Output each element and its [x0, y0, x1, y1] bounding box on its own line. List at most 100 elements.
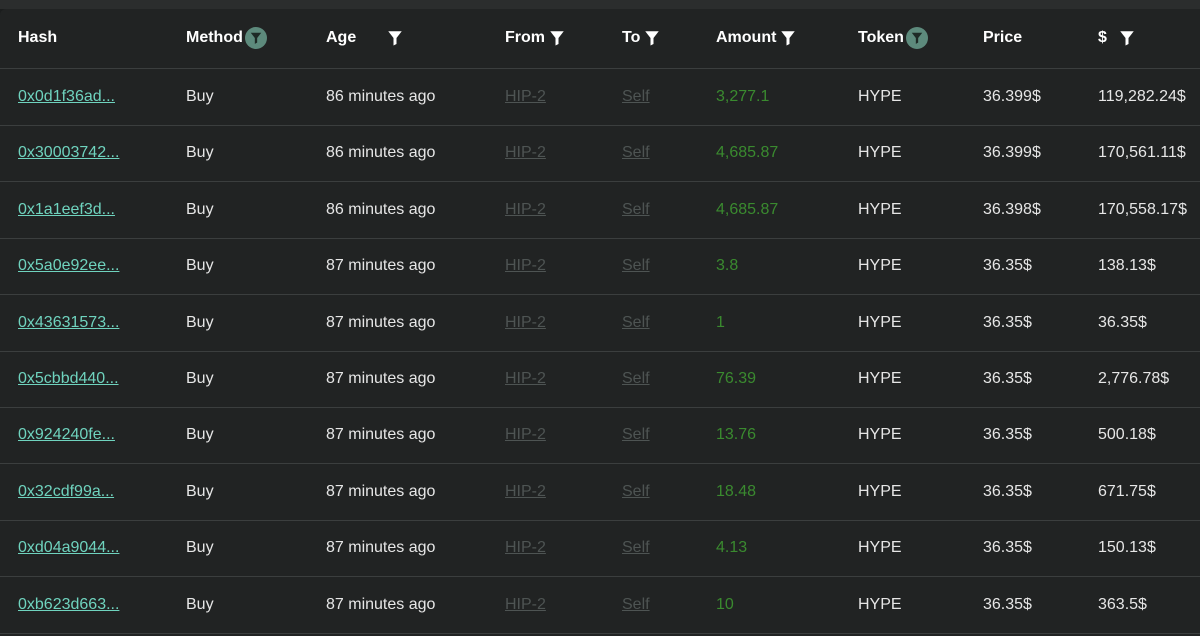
- age-cell: 87 minutes ago: [326, 370, 436, 387]
- to-address-link[interactable]: Self: [622, 87, 650, 107]
- method-cell: Buy: [186, 426, 214, 444]
- method-cell: Buy: [186, 144, 214, 162]
- to-address-link[interactable]: Self: [622, 369, 650, 389]
- age-cell: 87 minutes ago: [326, 313, 436, 331]
- method-cell: Buy: [186, 257, 214, 275]
- price-cell: 36.398$: [983, 200, 1041, 218]
- table-row: 0x5cbbd440... Buy 87 minutes ago HIP-2 Self 7…: [0, 351, 1200, 408]
- from-address-link[interactable]: HIP-2: [505, 369, 546, 389]
- price-cell: 36.35$: [983, 313, 1032, 331]
- table-row: 0xb623d663... Buy 87 minutes ago HIP-2 Self 1…: [0, 577, 1200, 634]
- method-cell: Buy: [186, 200, 214, 218]
- tx-hash-link[interactable]: 0x30003742...: [18, 143, 119, 163]
- tx-hash-link[interactable]: 0x0d1f36ad...: [18, 87, 115, 107]
- token-cell: HYPE: [858, 257, 902, 275]
- price-cell: 36.399$: [983, 144, 1041, 162]
- column-header-amount: Amount: [716, 26, 798, 50]
- from-address-link[interactable]: HIP-2: [505, 482, 546, 502]
- table-row: 0x43631573... Buy 87 minutes ago HIP-2 Self 1…: [0, 295, 1200, 352]
- column-header-age: Age: [326, 26, 405, 50]
- column-header-label: To: [622, 29, 641, 46]
- method-cell: Buy: [186, 595, 214, 613]
- token-cell: HYPE: [858, 88, 902, 105]
- method-cell: Buy: [186, 539, 214, 557]
- tx-hash-link[interactable]: 0xb623d663...: [18, 595, 119, 615]
- usd-value-cell: 119,282.24$: [1098, 88, 1186, 105]
- from-address-link[interactable]: HIP-2: [505, 595, 546, 615]
- age-cell: 87 minutes ago: [326, 426, 436, 444]
- from-address-link[interactable]: HIP-2: [505, 538, 546, 558]
- age-cell: 87 minutes ago: [326, 539, 436, 557]
- filter-icon[interactable]: [244, 27, 267, 49]
- from-address-link[interactable]: HIP-2: [505, 313, 546, 333]
- token-cell: HYPE: [858, 144, 902, 162]
- usd-value-cell: 2,776.78$: [1098, 370, 1170, 387]
- column-header-hash: Hash: [18, 26, 59, 50]
- token-cell: HYPE: [858, 426, 902, 444]
- amount-cell: 3,277.1: [716, 88, 770, 105]
- age-cell: 86 minutes ago: [326, 200, 436, 218]
- to-address-link[interactable]: Self: [622, 425, 650, 445]
- column-header-label: Hash: [18, 29, 58, 46]
- tx-hash-link[interactable]: 0x32cdf99a...: [18, 482, 114, 502]
- to-address-link[interactable]: Self: [622, 256, 650, 276]
- amount-cell: 1: [716, 313, 725, 331]
- filter-icon[interactable]: [385, 28, 405, 48]
- token-cell: HYPE: [858, 313, 902, 331]
- amount-cell: 76.39: [716, 370, 757, 387]
- amount-cell: 10: [716, 595, 734, 613]
- method-cell: Buy: [186, 88, 214, 105]
- column-header-usd: $: [1098, 26, 1137, 50]
- filter-icon[interactable]: [547, 28, 567, 48]
- amount-cell: 3.8: [716, 257, 739, 275]
- tx-hash-link[interactable]: 0xd04a9044...: [18, 538, 119, 558]
- to-address-link[interactable]: Self: [622, 482, 650, 502]
- filter-icon[interactable]: [778, 28, 798, 48]
- from-address-link[interactable]: HIP-2: [505, 87, 546, 107]
- from-address-link[interactable]: HIP-2: [505, 200, 546, 220]
- usd-value-cell: 36.35$: [1098, 313, 1147, 331]
- from-address-link[interactable]: HIP-2: [505, 256, 546, 276]
- from-address-link[interactable]: HIP-2: [505, 425, 546, 445]
- to-address-link[interactable]: Self: [622, 313, 650, 333]
- token-cell: HYPE: [858, 482, 902, 500]
- column-header-token: Token: [858, 26, 928, 50]
- to-address-link[interactable]: Self: [622, 143, 650, 163]
- to-address-link[interactable]: Self: [622, 538, 650, 558]
- column-header-label: From: [505, 29, 545, 46]
- transactions-table: Hash Method Age From To Amount Token Price $ 0x0…: [0, 9, 1200, 636]
- tx-hash-link[interactable]: 0x5cbbd440...: [18, 369, 119, 389]
- price-cell: 36.35$: [983, 595, 1032, 613]
- method-cell: Buy: [186, 370, 214, 387]
- price-cell: 36.35$: [983, 539, 1032, 557]
- filter-icon[interactable]: [642, 28, 662, 48]
- table-row: 0x32cdf99a... Buy 87 minutes ago HIP-2 Self 1…: [0, 464, 1200, 521]
- amount-cell: 13.76: [716, 426, 757, 444]
- usd-value-cell: 671.75$: [1098, 482, 1156, 500]
- price-cell: 36.35$: [983, 426, 1032, 444]
- column-header-label: Amount: [716, 29, 777, 46]
- table-row: 0x5a0e92ee... Buy 87 minutes ago HIP-2 Self 3…: [0, 238, 1200, 296]
- table-row: 0x0d1f36ad... Buy 86 minutes ago HIP-2 Self 3…: [0, 69, 1200, 126]
- filter-icon[interactable]: [1117, 28, 1137, 48]
- tx-hash-link[interactable]: 0x43631573...: [18, 313, 119, 333]
- method-cell: Buy: [186, 313, 214, 331]
- to-address-link[interactable]: Self: [622, 200, 650, 220]
- tx-hash-link[interactable]: 0x5a0e92ee...: [18, 256, 119, 276]
- usd-value-cell: 138.13$: [1098, 257, 1156, 275]
- usd-value-cell: 500.18$: [1098, 426, 1156, 444]
- column-header-label: Token: [858, 29, 904, 46]
- column-header-label: Price: [983, 29, 1023, 46]
- age-cell: 86 minutes ago: [326, 88, 436, 105]
- column-header-label: $: [1098, 29, 1107, 46]
- price-cell: 36.35$: [983, 257, 1032, 275]
- tx-hash-link[interactable]: 0x1a1eef3d...: [18, 200, 115, 220]
- to-address-link[interactable]: Self: [622, 595, 650, 615]
- from-address-link[interactable]: HIP-2: [505, 143, 546, 163]
- column-header-method: Method: [186, 26, 267, 50]
- amount-cell: 4,685.87: [716, 200, 779, 218]
- filter-icon[interactable]: [905, 27, 928, 49]
- column-header-to: To: [622, 26, 662, 50]
- amount-cell: 4,685.87: [716, 144, 779, 162]
- tx-hash-link[interactable]: 0x924240fe...: [18, 425, 115, 445]
